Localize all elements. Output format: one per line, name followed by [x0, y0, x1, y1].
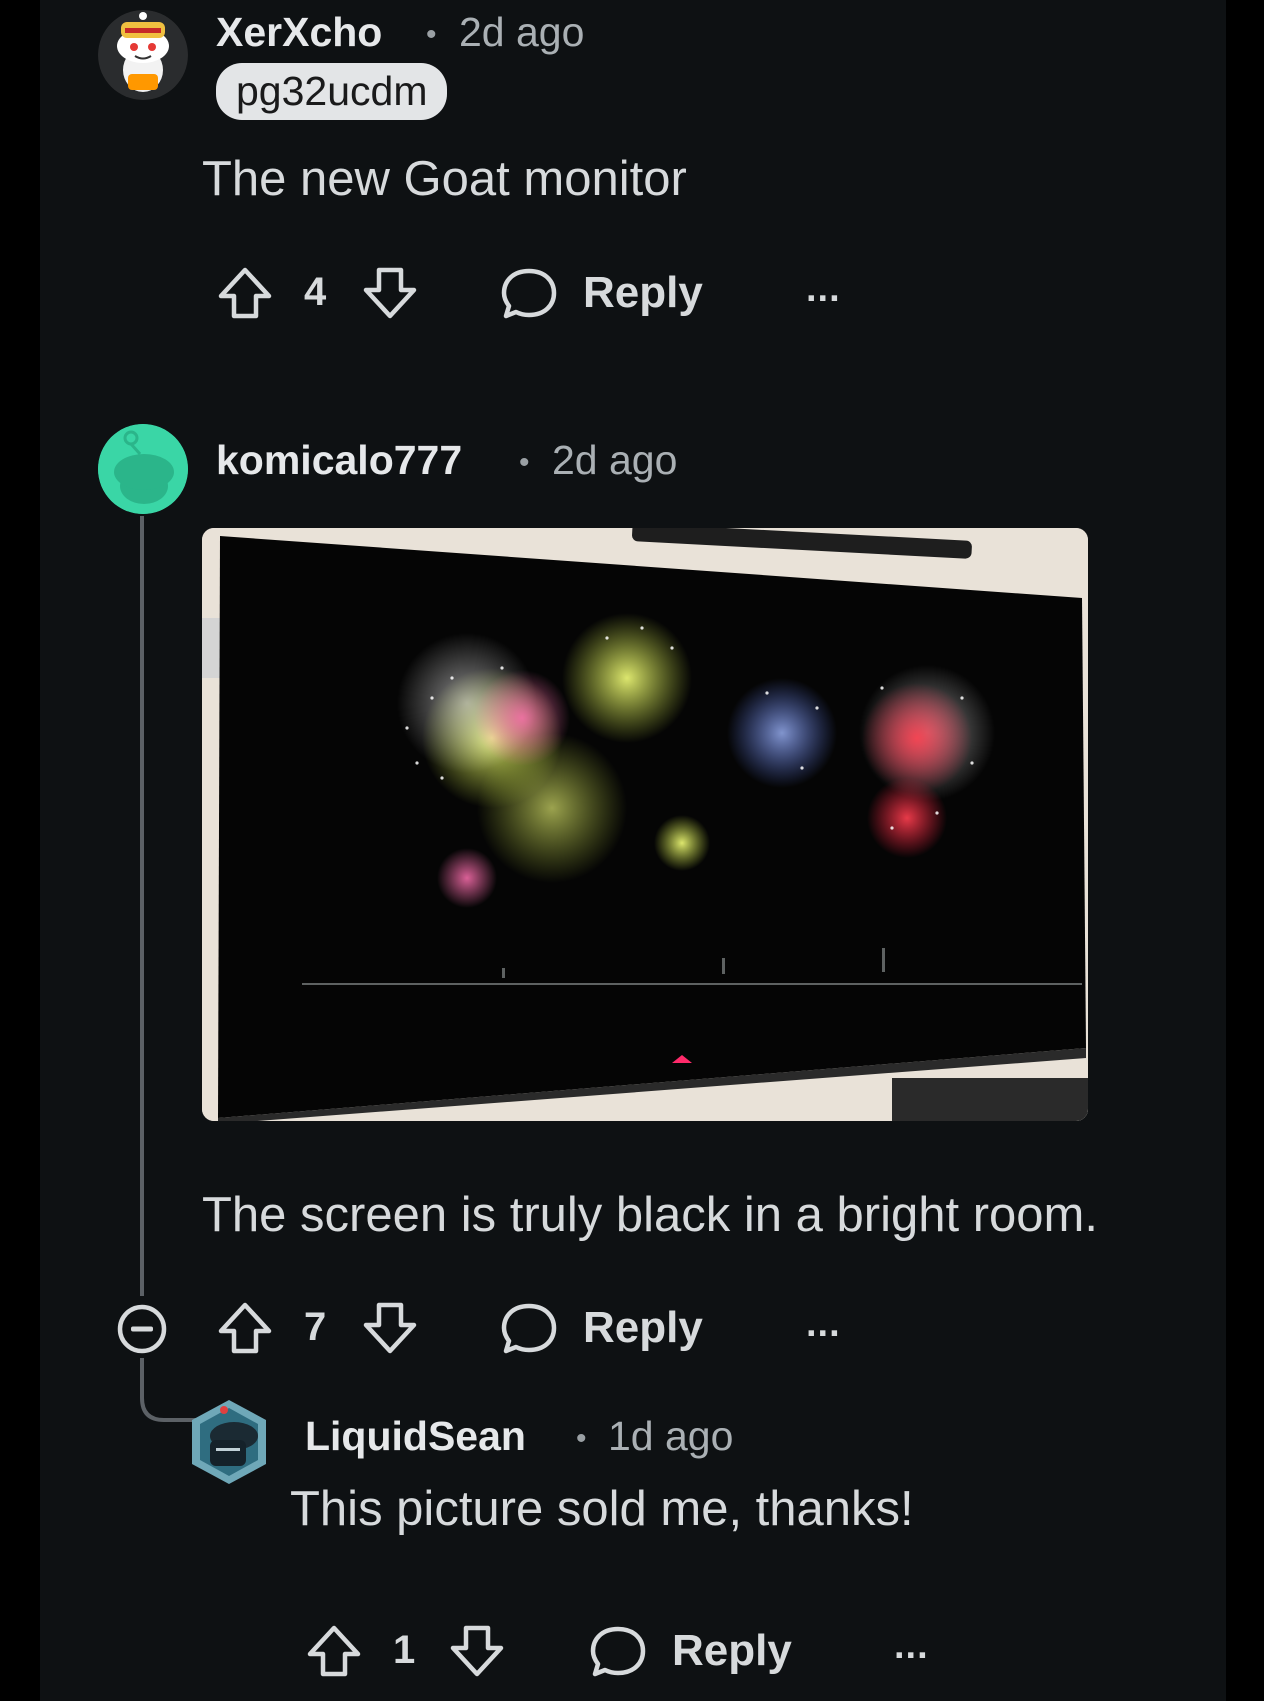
upvote-icon[interactable] — [217, 265, 273, 321]
more-options-button[interactable]: ... — [806, 1305, 841, 1343]
reply-label: Reply — [672, 1626, 792, 1675]
comment-body: This picture sold me, thanks! — [290, 1482, 914, 1536]
user-flair: pg32ucdm — [216, 63, 448, 120]
downvote-icon[interactable] — [449, 1623, 505, 1679]
reply-label: Reply — [583, 268, 703, 317]
collapse-thread-icon[interactable] — [114, 1301, 170, 1357]
comment-username[interactable]: LiquidSean — [305, 1416, 526, 1457]
vote-count: 1 — [393, 1628, 416, 1672]
comment-timestamp: 2d ago — [552, 437, 678, 483]
reply-label: Reply — [583, 1303, 703, 1352]
reply-bubble-icon — [590, 1626, 646, 1677]
snoo-default-avatar-icon — [98, 424, 188, 514]
downvote-icon[interactable] — [362, 1300, 418, 1356]
more-options-button[interactable]: ... — [894, 1627, 929, 1665]
upvote-icon[interactable] — [217, 1300, 273, 1356]
meta-separator: • — [519, 446, 530, 479]
comment-body: The new Goat monitor — [202, 152, 687, 206]
downvote-icon[interactable] — [362, 265, 418, 321]
reply-bubble-icon — [501, 268, 557, 319]
meta-separator: • — [426, 18, 437, 51]
comment-username[interactable]: komicalo777 — [216, 440, 462, 481]
snoo-avatar-icon — [98, 10, 188, 100]
comment-timestamp: 2d ago — [459, 9, 585, 55]
avatar-xerxcho[interactable] — [98, 10, 188, 100]
more-options-button[interactable]: ... — [806, 270, 841, 308]
upvote-icon[interactable] — [306, 1623, 362, 1679]
avatar-komicalo777[interactable] — [98, 424, 188, 514]
comment-image[interactable] — [202, 528, 1088, 1121]
vote-count: 7 — [304, 1305, 327, 1349]
vote-count: 4 — [304, 270, 327, 314]
comment-timestamp: 1d ago — [608, 1413, 734, 1459]
thread-line — [140, 516, 144, 1296]
avatar-liquidsean[interactable] — [188, 1396, 270, 1488]
reply-button[interactable]: Reply — [589, 1623, 799, 1683]
reply-button[interactable]: Reply — [500, 265, 710, 325]
comment-username[interactable]: XerXcho — [216, 12, 382, 53]
comment-body: The screen is truly black in a bright ro… — [202, 1188, 1098, 1242]
reply-button[interactable]: Reply — [500, 1300, 710, 1360]
monitor-fireworks-photo — [202, 528, 1088, 1121]
meta-separator: • — [576, 1422, 587, 1455]
reply-bubble-icon — [501, 1303, 557, 1354]
alien-avatar-icon — [192, 1400, 266, 1484]
